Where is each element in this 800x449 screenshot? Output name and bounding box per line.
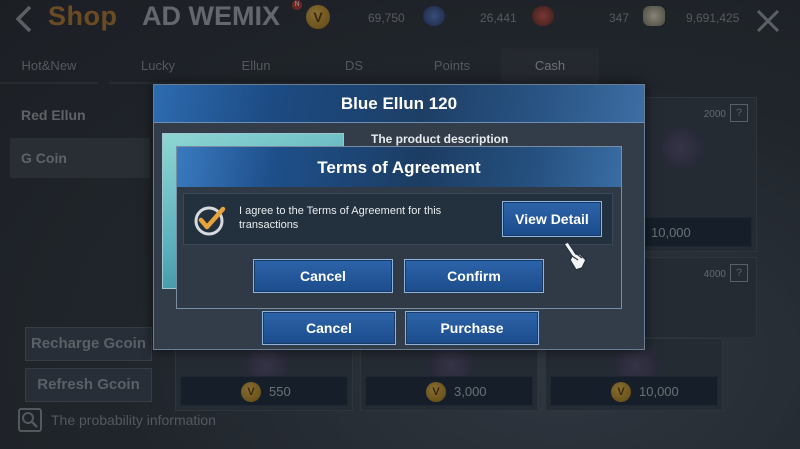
cancel-button[interactable]: Cancel [262,311,396,345]
purchase-button[interactable]: Purchase [405,311,539,345]
terms-dialog-title: Terms of Agreement [317,158,481,177]
view-detail-button[interactable]: View Detail [502,201,602,237]
confirm-button[interactable]: Confirm [404,259,544,293]
product-dialog-title: Blue Ellun 120 [340,94,458,113]
cancel-button[interactable]: Cancel [253,259,393,293]
agree-checkbox-icon[interactable] [193,204,226,237]
hand-cursor-icon [558,240,592,274]
agreement-text: I agree to the Terms of Agreement for th… [239,205,442,231]
terms-dialog: Terms of Agreement I agree to the Terms … [176,146,622,309]
product-description-label: The product description [371,132,509,146]
agreement-row: I agree to the Terms of Agreement for th… [183,193,613,245]
